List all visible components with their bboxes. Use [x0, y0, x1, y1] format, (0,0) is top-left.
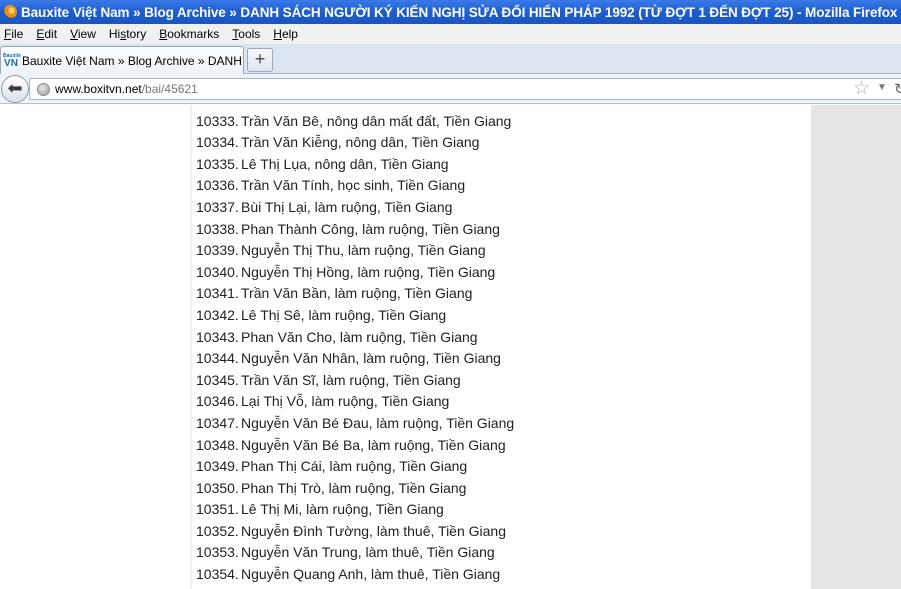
menu-tools[interactable]: Tools: [228, 27, 264, 41]
url-path: /bai/45621: [141, 82, 198, 96]
firefox-icon: [3, 5, 17, 19]
list-item-text: Trần Văn Bê, nông dân mất đất, Tiền Gian…: [241, 112, 512, 129]
list-item: 10340. Nguyễn Thị Hồng, làm ruộng, Tiền G…: [196, 262, 806, 284]
list-item: 10348. Nguyễn Văn Bé Ba, làm ruộng, Tiền …: [196, 435, 806, 457]
list-item-text: Nguyễn Thị Thu, làm ruộng, Tiền Giang: [241, 242, 486, 259]
list-item: 10347. Nguyễn Văn Bé Đau, làm ruộng, Tiền…: [196, 413, 806, 435]
menu-history[interactable]: History: [105, 27, 150, 41]
list-item-number: 10350.: [196, 479, 239, 496]
tab-label: Bauxite Việt Nam » Blog Archive » DANH S…: [22, 53, 243, 68]
list-item: 10349. Phan Thị Cái, làm ruộng, Tiền Gian…: [196, 456, 806, 478]
list-item: 10350. Phan Thị Trò, làm ruộng, Tiền Gian…: [196, 478, 806, 500]
list-item-number: 10338.: [196, 220, 239, 237]
list-item-text: Nguyễn Văn Nhân, làm ruộng, Tiền Giang: [241, 350, 501, 367]
list-item: 10342. Lê Thị Sê, làm ruộng, Tiền Giang: [196, 305, 806, 327]
list-item-text: Phan Thị Cái, làm ruộng, Tiền Giang: [241, 458, 468, 475]
back-arrow-icon: ⬅: [7, 78, 23, 98]
list-item-text: Nguyễn Văn Bé Ba, làm ruộng, Tiền Giang: [241, 436, 506, 453]
list-item-text: Phan Thành Công, làm ruộng, Tiền Giang: [241, 220, 500, 237]
window-titlebar: Bauxite Việt Nam » Blog Archive » DANH S…: [0, 0, 901, 24]
list-item-text: Lê Thị Sê, làm ruộng, Tiền Giang: [241, 306, 447, 323]
list-item-text: Nguyễn Đình Tường, làm thuê, Tiền Giang: [241, 522, 506, 539]
list-item-text: Trần Văn Tính, học sinh, Tiền Giang: [241, 177, 466, 194]
list-item-number: 10354.: [196, 566, 239, 583]
new-tab-button[interactable]: +: [247, 48, 273, 72]
list-item: 10333. Trần Văn Bê, nông dân mất đất, Tiề…: [196, 111, 806, 133]
list-item: 10346. Lại Thị Vỗ, làm ruộng, Tiền Giang: [196, 391, 806, 413]
list-item-number: 10335.: [196, 155, 239, 172]
content-left-border: [190, 105, 192, 589]
list-item-number: 10353.: [196, 544, 239, 561]
list-item: [196, 89, 806, 111]
list-item-text: Bùi Thị Lại, làm ruộng, Tiền Giang: [241, 198, 453, 215]
reload-icon[interactable]: ↻: [894, 80, 901, 98]
list-item-number: 10348.: [196, 436, 239, 453]
signer-list: 10333. Trần Văn Bê, nông dân mất đất, Tiề…: [196, 89, 806, 586]
list-item-number: 10333.: [196, 112, 239, 129]
list-item: 10354. Nguyễn Quang Anh, làm thuê, Tiền G…: [196, 564, 806, 586]
page-content: 10333. Trần Văn Bê, nông dân mất đất, Tiề…: [0, 105, 901, 589]
list-item-number: 10346.: [196, 393, 239, 410]
url-dropdown-icon[interactable]: ▼: [877, 82, 887, 93]
list-item-number: 10343.: [196, 328, 239, 345]
menu-edit[interactable]: Edit: [32, 27, 61, 41]
list-item-number: 10344.: [196, 350, 239, 367]
list-item-number: 10342.: [196, 306, 239, 323]
list-item-text: Lê Thị Lụa, nông dân, Tiền Giang: [241, 155, 449, 172]
list-item-text: Nguyễn Thị Hồng, làm ruộng, Tiền Giang: [241, 263, 496, 280]
list-item-number: 10352.: [196, 522, 239, 539]
list-item: 10343. Phan Văn Cho, làm ruộng, Tiền Gian…: [196, 327, 806, 349]
list-item: 10353. Nguyễn Văn Trung, làm thuê, Tiền G…: [196, 542, 806, 564]
list-item-number: 10340.: [196, 263, 239, 280]
list-item: 10335. Lê Thị Lụa, nông dân, Tiền Giang: [196, 154, 806, 176]
list-item-number: 10339.: [196, 242, 239, 259]
list-item-number: 10336.: [196, 177, 239, 194]
list-item-text: Trần Văn Bần, làm ruộng, Tiền Giang: [241, 285, 473, 302]
list-item-number: 10345.: [196, 371, 239, 388]
site-favicon-icon: Bauxite VN: [3, 52, 22, 69]
list-item: 10351. Lê Thị Mi, làm ruộng, Tiền Giang: [196, 499, 806, 521]
list-item: 10344. Nguyễn Văn Nhân, làm ruộng, Tiền G…: [196, 348, 806, 370]
menubar: File Edit View History Bookmarks Tools H…: [0, 24, 901, 44]
menu-file[interactable]: File: [0, 27, 27, 41]
list-item-text: Trần Văn Sĩ, làm ruộng, Tiền Giang: [241, 371, 461, 388]
list-item-number: 10334.: [196, 134, 239, 151]
list-item-text: Lê Thị Mi, làm ruộng, Tiền Giang: [241, 501, 444, 518]
url-host: www.boxitvn.net: [55, 82, 142, 96]
list-item-number: 10351.: [196, 501, 239, 518]
list-item: 10345. Trần Văn Sĩ, làm ruộng, Tiền Giang: [196, 370, 806, 392]
list-item: 10337. Bùi Thị Lại, làm ruộng, Tiền Giang: [196, 197, 806, 219]
bookmark-star-icon[interactable]: ☆: [853, 79, 870, 99]
list-item-number: 10337.: [196, 198, 239, 215]
menu-bookmarks[interactable]: Bookmarks: [155, 27, 223, 41]
tab-active[interactable]: Bauxite VN Bauxite Việt Nam » Blog Archi…: [0, 46, 244, 74]
list-item-text: Nguyễn Văn Trung, làm thuê, Tiền Giang: [241, 544, 495, 561]
list-item-number: 10347.: [196, 414, 239, 431]
globe-icon: [37, 82, 50, 96]
menu-view[interactable]: View: [66, 27, 100, 41]
window-title: Bauxite Việt Nam » Blog Archive » DANH S…: [21, 4, 898, 20]
list-item: 10341. Trần Văn Bần, làm ruộng, Tiền Gian…: [196, 283, 806, 305]
list-item: 10334. Trần Văn Kiễng, nông dân, Tiền Gia…: [196, 132, 806, 154]
list-item: 10338. Phan Thành Công, làm ruộng, Tiền G…: [196, 219, 806, 241]
tab-strip: Bauxite VN Bauxite Việt Nam » Blog Archi…: [0, 44, 901, 74]
list-item: 10339. Nguyễn Thị Thu, làm ruộng, Tiền Gi…: [196, 240, 806, 262]
back-button[interactable]: ⬅: [1, 75, 29, 103]
list-item-number: 10349.: [196, 458, 239, 475]
list-item-text: Nguyễn Văn Bé Đau, làm ruộng, Tiền Giang: [241, 414, 515, 431]
list-item-text: Phan Văn Cho, làm ruộng, Tiền Giang: [241, 328, 478, 345]
list-item-text: Phan Thị Trò, làm ruộng, Tiền Giang: [241, 479, 467, 496]
list-item: 10336. Trần Văn Tính, học sinh, Tiền Gian…: [196, 175, 806, 197]
list-item-text: Lại Thị Vỗ, làm ruộng, Tiền Giang: [241, 393, 450, 410]
list-item-number: 10341.: [196, 285, 239, 302]
right-sidebar: [811, 105, 901, 589]
list-item: 10352. Nguyễn Đình Tường, làm thuê, Tiền …: [196, 521, 806, 543]
list-item-text: Trần Văn Kiễng, nông dân, Tiền Giang: [241, 134, 480, 151]
menu-help[interactable]: Help: [269, 27, 302, 41]
list-item-text: Nguyễn Quang Anh, làm thuê, Tiền Giang: [241, 566, 501, 583]
